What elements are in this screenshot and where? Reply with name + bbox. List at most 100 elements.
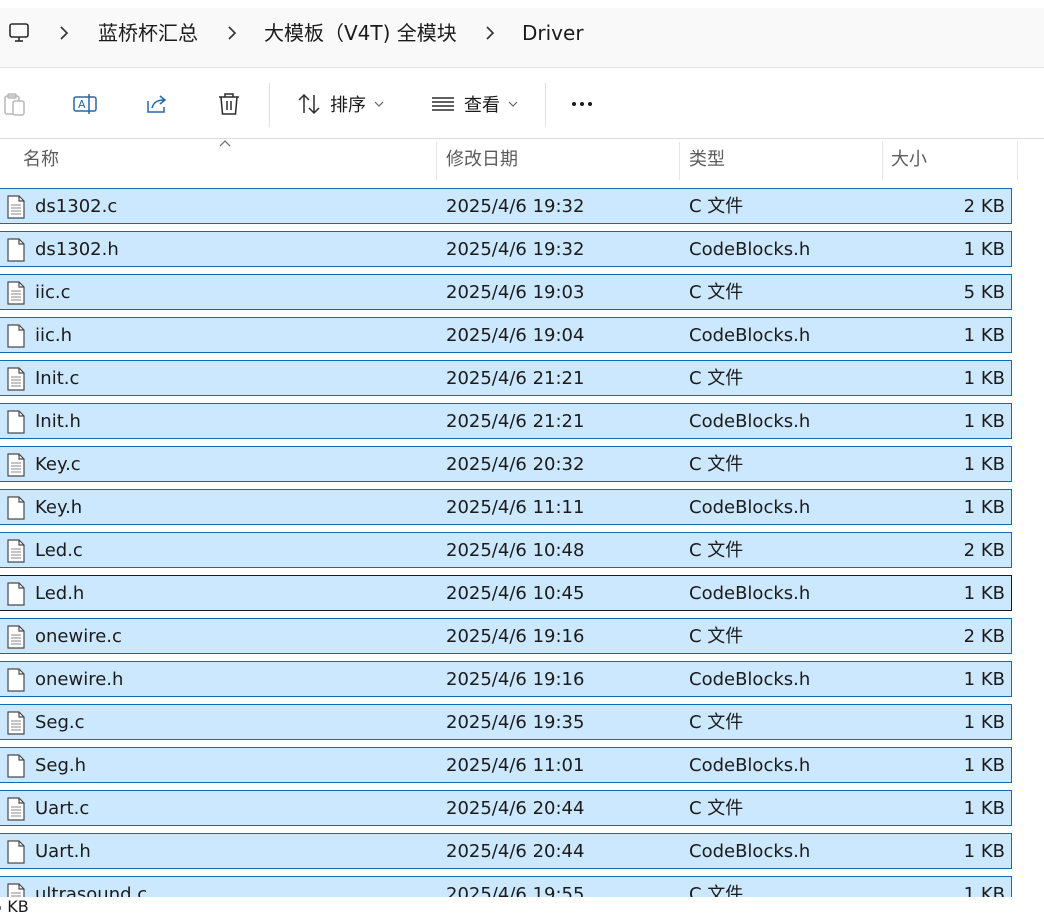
file-type: C 文件 xyxy=(689,282,744,303)
sort-ascending-icon xyxy=(219,140,231,147)
file-type: C 文件 xyxy=(689,712,744,733)
file-type: CodeBlocks.h xyxy=(689,755,811,776)
file-name: Uart.c xyxy=(35,798,90,819)
file-row[interactable]: onewire.h 2025/4/6 19:16 CodeBlocks.h 1 KB xyxy=(0,661,1012,697)
sort-button[interactable]: 排序 xyxy=(292,69,388,139)
c-file-icon xyxy=(7,539,25,563)
breadcrumb-item-lanqiaobei[interactable]: 蓝桥杯汇总 xyxy=(98,20,198,46)
file-size: 1 KB xyxy=(963,368,1005,389)
file-size: 2 KB xyxy=(963,540,1005,561)
chevron-right-icon[interactable] xyxy=(58,23,70,43)
file-type: CodeBlocks.h xyxy=(689,583,811,604)
file-row[interactable]: iic.c 2025/4/6 19:03 C 文件 5 KB xyxy=(0,274,1012,310)
file-date: 2025/4/6 19:32 xyxy=(446,239,585,260)
file-name: Seg.h xyxy=(35,755,87,776)
chevron-right-icon[interactable] xyxy=(226,23,238,43)
file-size: 1 KB xyxy=(963,712,1005,733)
file-date: 2025/4/6 19:55 xyxy=(446,884,585,897)
column-date[interactable]: 修改日期 xyxy=(446,148,518,172)
c-file-icon xyxy=(7,883,25,897)
column-divider[interactable] xyxy=(436,142,437,180)
file-type: C 文件 xyxy=(689,454,744,475)
file-row[interactable]: ds1302.c 2025/4/6 19:32 C 文件 2 KB xyxy=(0,188,1012,224)
file-row[interactable]: Uart.c 2025/4/6 20:44 C 文件 1 KB xyxy=(0,790,1012,826)
file-type: CodeBlocks.h xyxy=(689,325,811,346)
column-divider[interactable] xyxy=(882,142,883,180)
file-size: 1 KB xyxy=(963,454,1005,475)
file-name: Key.h xyxy=(35,497,83,518)
column-divider[interactable] xyxy=(1017,142,1018,180)
more-button[interactable] xyxy=(564,69,600,139)
svg-text:A: A xyxy=(78,98,86,111)
breadcrumb-item-driver[interactable]: Driver xyxy=(522,20,584,46)
file-date: 2025/4/6 19:32 xyxy=(446,196,585,217)
file-list: ds1302.c 2025/4/6 19:32 C 文件 2 KB ds1302.h 20… xyxy=(0,188,1044,897)
file-row[interactable]: Key.c 2025/4/6 20:32 C 文件 1 KB xyxy=(0,446,1012,482)
file-name: Key.c xyxy=(35,454,81,475)
file-date: 2025/4/6 21:21 xyxy=(446,411,585,432)
chevron-right-icon[interactable] xyxy=(484,23,496,43)
rename-button[interactable]: A xyxy=(68,69,102,139)
trash-icon xyxy=(219,93,239,115)
file-row[interactable]: Key.h 2025/4/6 11:11 CodeBlocks.h 1 KB xyxy=(0,489,1012,525)
c-file-icon xyxy=(7,453,25,477)
column-type[interactable]: 类型 xyxy=(689,148,725,172)
c-file-icon xyxy=(7,711,25,735)
file-date: 2025/4/6 19:04 xyxy=(446,325,585,346)
file-row[interactable]: Init.c 2025/4/6 21:21 C 文件 1 KB xyxy=(0,360,1012,396)
file-date: 2025/4/6 11:11 xyxy=(446,497,585,518)
share-icon xyxy=(147,95,167,113)
file-row[interactable]: Seg.c 2025/4/6 19:35 C 文件 1 KB xyxy=(0,704,1012,740)
header-file-icon xyxy=(7,582,25,606)
c-file-icon xyxy=(7,367,25,391)
file-row[interactable]: ultrasound.c 2025/4/6 19:55 C 文件 1 KB xyxy=(0,876,1012,897)
column-divider[interactable] xyxy=(679,142,680,180)
sort-icon xyxy=(298,93,320,115)
view-button[interactable]: 查看 xyxy=(426,69,522,139)
file-row[interactable]: ds1302.h 2025/4/6 19:32 CodeBlocks.h 1 KB xyxy=(0,231,1012,267)
header-file-icon xyxy=(7,324,25,348)
monitor-icon[interactable] xyxy=(8,22,30,44)
file-row[interactable]: Uart.h 2025/4/6 20:44 CodeBlocks.h 1 KB xyxy=(0,833,1012,869)
file-row[interactable]: Led.c 2025/4/6 10:48 C 文件 2 KB xyxy=(0,532,1012,568)
file-name: iic.h xyxy=(35,325,73,346)
file-row[interactable]: Seg.h 2025/4/6 11:01 CodeBlocks.h 1 KB xyxy=(0,747,1012,783)
command-toolbar: A 排序 查看 xyxy=(0,69,1044,139)
file-date: 2025/4/6 20:32 xyxy=(446,454,585,475)
file-name: ultrasound.c xyxy=(35,884,148,897)
file-date: 2025/4/6 11:01 xyxy=(446,755,585,776)
file-size: 1 KB xyxy=(963,669,1005,690)
file-name: Led.h xyxy=(35,583,85,604)
c-file-icon xyxy=(7,281,25,305)
file-date: 2025/4/6 20:44 xyxy=(446,841,585,862)
breadcrumb-item-template[interactable]: 大模板（V4T) 全模块 xyxy=(264,20,457,46)
status-bar: 5 KB xyxy=(0,897,1044,913)
file-size: 1 KB xyxy=(963,325,1005,346)
file-type: CodeBlocks.h xyxy=(689,497,811,518)
share-button[interactable] xyxy=(140,69,174,139)
file-name: Uart.h xyxy=(35,841,91,862)
paste-button[interactable] xyxy=(0,69,32,139)
file-size: 1 KB xyxy=(963,497,1005,518)
file-date: 2025/4/6 19:16 xyxy=(446,626,585,647)
file-type: C 文件 xyxy=(689,884,744,897)
file-size: 1 KB xyxy=(963,411,1005,432)
c-file-icon xyxy=(7,625,25,649)
file-date: 2025/4/6 19:16 xyxy=(446,669,585,690)
header-file-icon xyxy=(7,840,25,864)
column-name[interactable]: 名称 xyxy=(23,148,59,172)
file-date: 2025/4/6 10:45 xyxy=(446,583,585,604)
file-row[interactable]: onewire.c 2025/4/6 19:16 C 文件 2 KB xyxy=(0,618,1012,654)
file-type: C 文件 xyxy=(689,626,744,647)
file-date: 2025/4/6 19:03 xyxy=(446,282,585,303)
chevron-down-icon xyxy=(374,101,384,107)
file-size: 1 KB xyxy=(963,755,1005,776)
file-row[interactable]: Led.h 2025/4/6 10:45 CodeBlocks.h 1 KB xyxy=(0,575,1012,611)
status-size: 5 KB xyxy=(0,897,29,913)
file-row[interactable]: iic.h 2025/4/6 19:04 CodeBlocks.h 1 KB xyxy=(0,317,1012,353)
delete-button[interactable] xyxy=(212,69,246,139)
file-size: 1 KB xyxy=(963,583,1005,604)
file-size: 2 KB xyxy=(963,626,1005,647)
column-size[interactable]: 大小 xyxy=(891,148,927,172)
file-row[interactable]: Init.h 2025/4/6 21:21 CodeBlocks.h 1 KB xyxy=(0,403,1012,439)
